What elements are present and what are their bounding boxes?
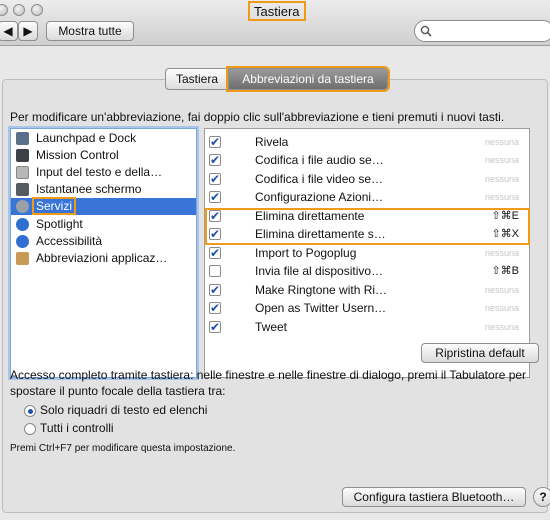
tab-keyboard[interactable]: Tastiera [165,68,229,90]
minimize-window-icon[interactable] [13,4,25,16]
chevron-right-icon: ▶ [23,24,33,38]
chevron-left-icon: ◀ [3,24,13,38]
shortcut-row[interactable]: Configurazione Azioni… nessuna [205,188,529,206]
shortcut-row[interactable]: Rivela nessuna [205,133,529,151]
shortcut-checkbox[interactable] [209,188,221,206]
window-title: Tastiera [248,1,306,21]
spotlight-icon [16,218,29,231]
shortcut-checkbox[interactable] [209,151,221,169]
zoom-window-icon[interactable] [31,4,43,16]
radio-all-controls[interactable]: Tutti i controlli [24,421,114,435]
keyboard-icon [16,166,29,179]
category-item-accessibility[interactable]: Accessibilità [11,233,196,250]
shortcut-checkbox[interactable] [209,318,221,336]
radio-button[interactable] [24,423,36,435]
category-item-launchpad-dock[interactable]: Launchpad e Dock [11,130,196,147]
gear-icon [16,200,29,213]
shortcut-row[interactable]: Invia file al dispositivo… ⇧⌘B [205,262,529,280]
shortcut-checkbox[interactable] [209,265,221,277]
instructions-text: Per modificare un'abbreviazione, fai dop… [10,110,505,124]
shortcut-checkbox[interactable] [209,244,221,262]
shortcut-row[interactable]: Import to Pogoplug nessuna [205,244,529,262]
screenshot-icon [16,183,29,196]
bluetooth-keyboard-button[interactable]: Configura tastiera Bluetooth… [342,487,526,507]
category-item-services[interactable]: Servizi [11,197,196,215]
shortcut-row[interactable]: Open as Twitter Usern… nessuna [205,299,529,317]
back-button[interactable]: ◀ [0,21,18,41]
launchpad-dock-icon [16,132,29,145]
shortcut-checkbox[interactable] [209,133,221,151]
full-keyboard-access-text: Accesso completo tramite tastiera: nelle… [10,368,527,398]
shortcut-list[interactable]: Rivela nessuna Codifica i file audio se…… [204,128,530,378]
search-input[interactable] [414,20,550,42]
search-icon [420,25,432,37]
category-item-screenshots[interactable]: Istantanee schermo [11,181,196,198]
category-list[interactable]: Launchpad e Dock Mission Control Input d… [10,128,197,378]
close-window-icon[interactable] [0,4,8,16]
title-bar: Tastiera ◀ ▶ Mostra tutte [0,0,550,46]
category-item-spotlight[interactable]: Spotlight [11,216,196,233]
mission-control-icon [16,149,29,162]
preferences-pane: Tastiera Abbreviazioni da tastiera Per m… [0,47,550,520]
restore-default-button[interactable]: Ripristina default [421,343,539,363]
shortcut-row[interactable]: Tweet nessuna [205,318,529,336]
radio-text-boxes-lists[interactable]: Solo riquadri di testo ed elenchi [24,403,207,417]
forward-button[interactable]: ▶ [18,21,38,41]
shortcut-checkbox[interactable] [209,281,221,299]
app-shortcuts-icon [16,252,29,265]
category-item-app-shortcuts[interactable]: Abbreviazioni applicaz… [11,250,196,267]
category-item-mission-control[interactable]: Mission Control [11,147,196,164]
shortcut-row[interactable]: Make Ringtone with Ri… nessuna [205,281,529,299]
shortcut-checkbox[interactable] [209,170,221,188]
shortcut-row[interactable]: Codifica i file audio se… nessuna [205,151,529,169]
tab-keyboard-shortcuts[interactable]: Abbreviazioni da tastiera [226,66,390,92]
help-button[interactable]: ? [533,487,550,507]
shortcut-row[interactable]: Codifica i file video se… nessuna [205,170,529,188]
show-all-button[interactable]: Mostra tutte [46,21,134,41]
radio-button[interactable] [24,405,36,417]
shortcut-note: Premi Ctrl+F7 per modificare questa impo… [10,443,236,454]
shortcut-checkbox[interactable] [209,299,221,317]
accessibility-icon [16,235,29,248]
category-item-text-input[interactable]: Input del testo e della… [11,164,196,181]
highlight-box [205,208,530,245]
